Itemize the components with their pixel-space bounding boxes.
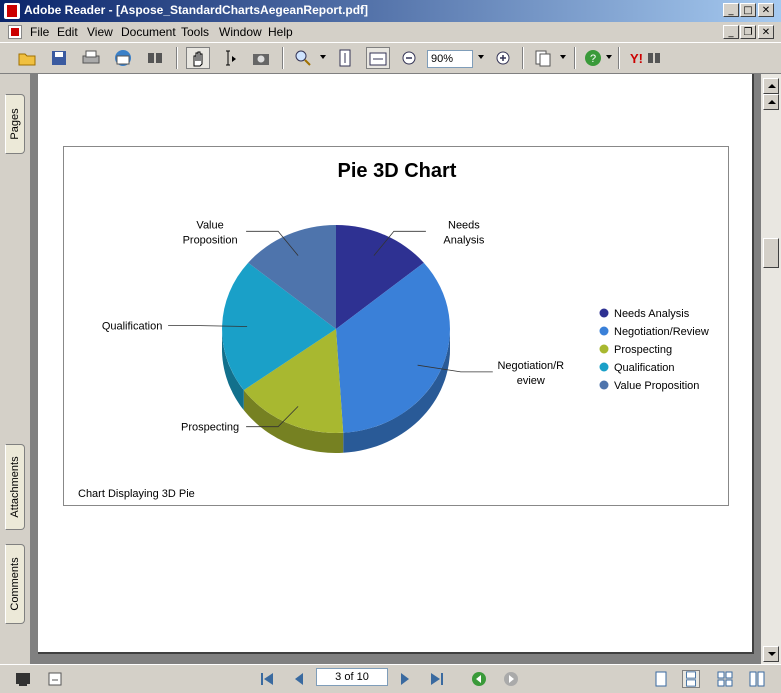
pages-icon[interactable] <box>532 47 556 69</box>
svg-text:?: ? <box>590 53 596 65</box>
status-bar: 3 of 10 <box>0 664 781 693</box>
chart-footer: Chart Displaying 3D Pie <box>78 488 195 500</box>
fit-width-icon[interactable] <box>366 47 390 69</box>
scroll-up-button[interactable] <box>763 94 779 110</box>
toolbar-separator <box>522 47 524 69</box>
zoom-field[interactable]: 90% <box>427 50 473 68</box>
doc-restore-button[interactable]: ❐ <box>740 25 756 39</box>
menu-view[interactable]: View <box>87 25 113 39</box>
continuous-layout-icon[interactable] <box>682 670 700 688</box>
menu-window[interactable]: Window <box>219 25 262 39</box>
toolbar: 90% ? Y! <box>0 42 781 74</box>
zoom-tool-dropdown[interactable] <box>320 55 326 59</box>
toolbar-separator <box>176 47 178 69</box>
help-dropdown[interactable] <box>606 55 612 59</box>
tab-pages[interactable]: Pages <box>5 94 25 154</box>
legend-marker <box>599 326 609 336</box>
window-title: Adobe Reader - [Aspose_StandardChartsAeg… <box>24 3 369 17</box>
forward-view-icon[interactable] <box>502 670 520 688</box>
menu-file[interactable]: File <box>30 25 49 39</box>
callout-label: eview <box>517 375 545 387</box>
svg-text:Y!: Y! <box>630 51 643 66</box>
help-icon[interactable]: ? <box>582 47 606 69</box>
toolbar-separator <box>574 47 576 69</box>
scroll-down-button[interactable] <box>763 646 779 662</box>
toolbar-separator <box>618 47 620 69</box>
legend-label: Needs Analysis <box>614 308 690 320</box>
search-icon[interactable] <box>144 47 168 69</box>
doc-close-button[interactable]: ✕ <box>758 25 774 39</box>
callout-label: Analysis <box>443 234 484 246</box>
callout-label: Needs <box>448 219 480 231</box>
document-icon[interactable] <box>8 25 22 39</box>
fullscreen-icon[interactable] <box>14 670 32 688</box>
menu-edit[interactable]: Edit <box>57 25 78 39</box>
select-text-icon[interactable] <box>218 47 242 69</box>
tab-attachments[interactable]: Attachments <box>5 444 25 530</box>
pie-chart: Pie 3D Chart NeedsAnalysisNegotiation/Re… <box>78 160 709 500</box>
legend-label: Prospecting <box>614 344 672 356</box>
snapshot-icon[interactable] <box>250 47 274 69</box>
callout-label: Proposition <box>183 234 238 246</box>
callout-label: Value <box>196 219 223 231</box>
legend-label: Value Proposition <box>614 380 699 392</box>
legend-marker <box>599 380 609 390</box>
legend-label: Qualification <box>614 362 675 374</box>
zoom-in-plus-icon[interactable] <box>492 47 516 69</box>
scroll-thumb[interactable] <box>763 238 779 268</box>
legend-marker <box>599 308 609 318</box>
pages-dropdown[interactable] <box>560 55 566 59</box>
hand-icon[interactable] <box>186 47 210 69</box>
page-number-field[interactable]: 3 of 10 <box>316 668 388 686</box>
vertical-scrollbar[interactable] <box>761 74 781 664</box>
continuous-facing-layout-icon[interactable] <box>748 670 766 688</box>
email-icon[interactable] <box>112 47 136 69</box>
save-icon[interactable] <box>48 47 72 69</box>
menu-document[interactable]: Document <box>121 25 176 39</box>
document-view[interactable]: Pie 3D Chart Needs Analysis Negotiation/R e… <box>30 74 761 664</box>
menu-tools[interactable]: Tools <box>181 25 209 39</box>
open-icon[interactable] <box>16 47 40 69</box>
adobe-reader-icon <box>4 3 20 19</box>
last-page-icon[interactable] <box>428 670 446 688</box>
zoom-dropdown[interactable] <box>478 55 484 59</box>
navigation-panel: Pages Attachments Comments <box>0 74 30 664</box>
minimize-button[interactable]: _ <box>723 3 739 17</box>
callout-label: Prospecting <box>181 422 239 434</box>
legend-label: Negotiation/Review <box>614 326 709 338</box>
menu-help[interactable]: Help <box>268 25 293 39</box>
previous-page-icon[interactable] <box>290 670 308 688</box>
maximize-button[interactable]: □ <box>740 3 756 17</box>
close-button[interactable]: ✕ <box>758 3 774 17</box>
tab-comments[interactable]: Comments <box>5 544 25 624</box>
single-page-layout-icon[interactable] <box>652 670 670 688</box>
page-thumb-icon[interactable] <box>46 670 64 688</box>
scroll-top-button[interactable] <box>763 78 779 94</box>
zoom-in-icon[interactable] <box>292 47 316 69</box>
first-page-icon[interactable] <box>258 670 276 688</box>
chart-frame: Pie 3D Chart Needs Analysis Negotiation/R e… <box>63 146 729 506</box>
toolbar-separator <box>282 47 284 69</box>
print-icon[interactable] <box>80 47 104 69</box>
chart-title: Pie 3D Chart <box>338 160 457 182</box>
legend-marker <box>599 362 609 372</box>
legend-marker <box>599 344 609 354</box>
menu-bar: File Edit View Document Tools Window Hel… <box>0 22 781 42</box>
callout-label: Qualification <box>102 321 163 333</box>
back-view-icon[interactable] <box>470 670 488 688</box>
callout-label: Negotiation/R <box>497 360 564 372</box>
yahoo-icon[interactable]: Y! <box>628 47 668 69</box>
pie-slices <box>222 225 450 453</box>
chart-legend: Needs Analysis Negotiation/Review Prospect… <box>599 308 709 392</box>
facing-layout-icon[interactable] <box>716 670 734 688</box>
zoom-out-minus-icon[interactable] <box>398 47 422 69</box>
doc-minimize-button[interactable]: _ <box>723 25 739 39</box>
pdf-page: Pie 3D Chart Needs Analysis Negotiation/R e… <box>38 74 754 654</box>
title-bar: Adobe Reader - [Aspose_StandardChartsAeg… <box>0 0 781 22</box>
next-page-icon[interactable] <box>396 670 414 688</box>
fit-page-icon[interactable] <box>334 47 358 69</box>
